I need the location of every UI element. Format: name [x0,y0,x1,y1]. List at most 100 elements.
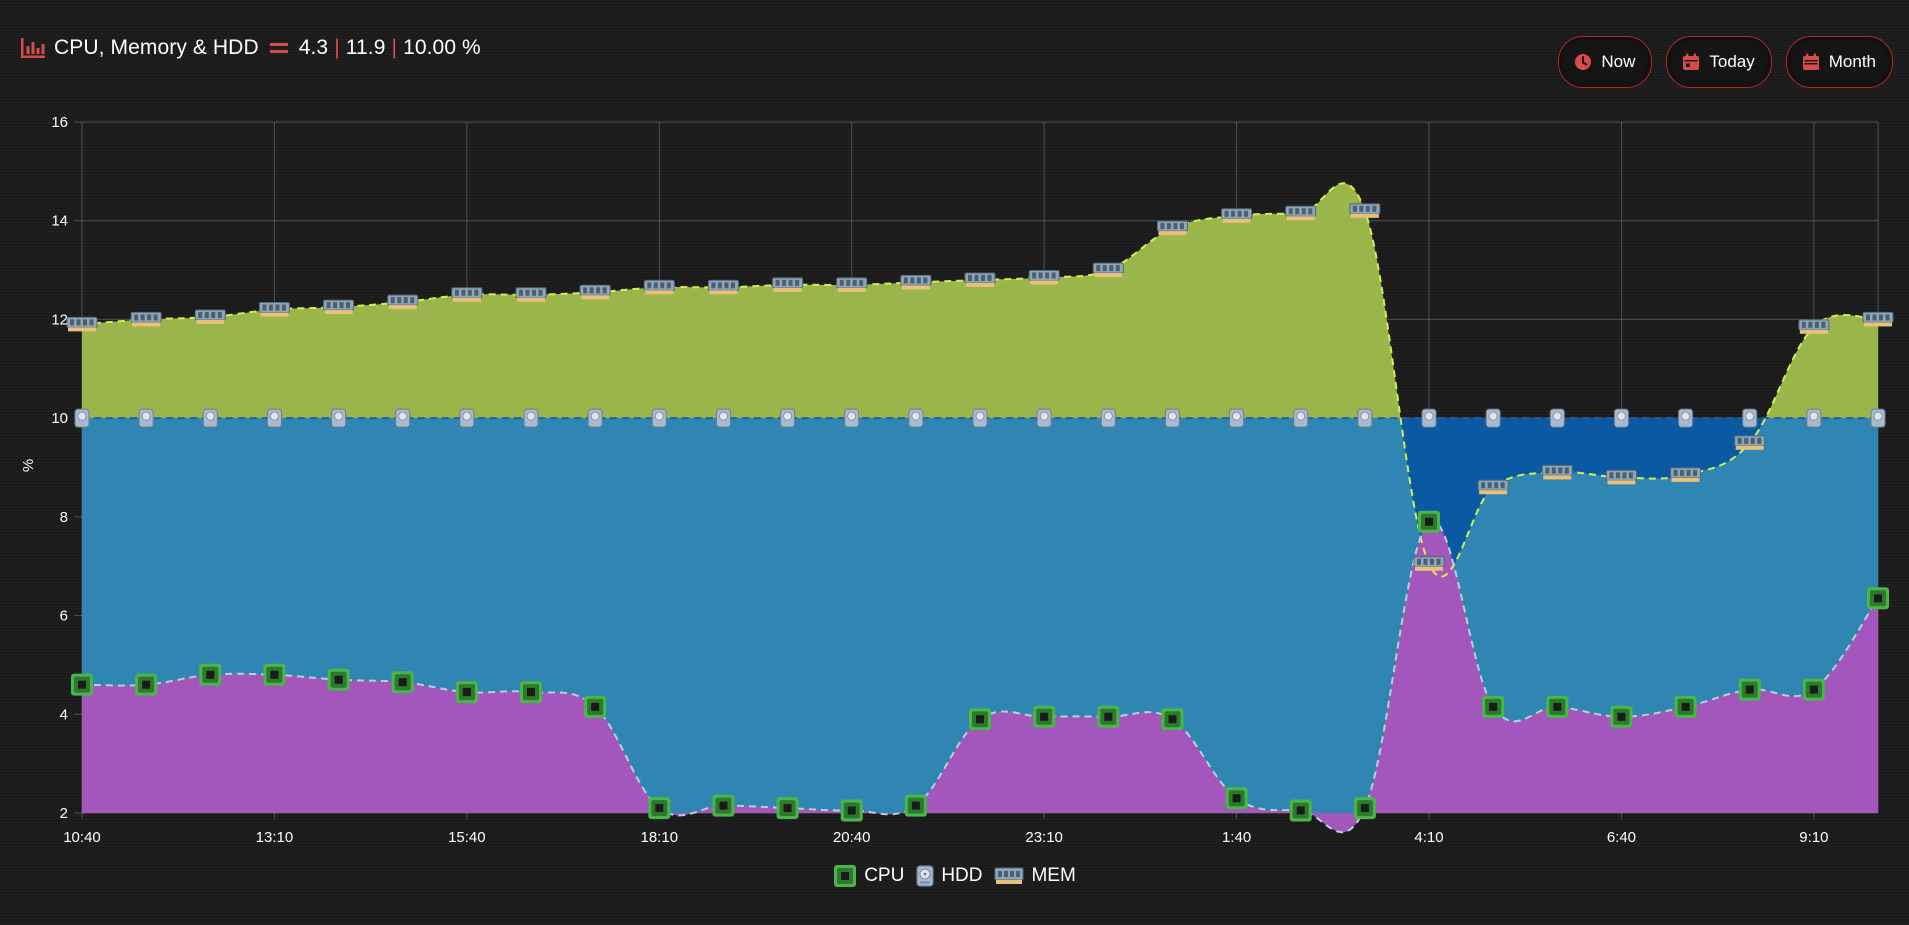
mem-marker-chip [1609,472,1614,479]
hdd-marker-platter [270,411,279,421]
mem-marker-chip [981,274,985,281]
hdd-point [1549,408,1565,428]
mem-marker-chip [83,319,87,326]
mem-marker-chip [916,277,921,284]
hdd-marker-platter [1296,411,1306,421]
mem-marker-chip [1352,205,1357,212]
cpu-marker-core [1104,712,1113,721]
mem-point [1862,311,1894,327]
mem-point [579,284,611,300]
mem-marker-contacts [1607,480,1636,485]
mem-marker-chip [1365,205,1370,212]
cpu-chip-icon [834,865,857,887]
hdd-marker-platter [1873,411,1883,421]
hdd-marker-platter [1039,411,1049,421]
hdd-point [1485,408,1501,428]
cpu-point [199,663,222,686]
mem-point [964,272,996,287]
mem-marker-chip [1288,208,1293,215]
hdd-point [138,408,154,428]
mem-marker-contacts [901,285,930,290]
mem-marker-chip [140,314,145,321]
mem-marker-chip [1173,223,1178,230]
hdd-marker-platter [1809,411,1819,421]
cpu-marker-core [206,670,215,679]
hdd-point [1742,408,1758,428]
mem-marker-chip [839,279,844,286]
mem-point [1541,464,1573,480]
mem-marker-chip [711,282,716,289]
hdd-point [844,408,860,428]
mem-point [258,302,290,317]
mem-marker-chip [1500,482,1505,489]
mem-marker-chip [1801,321,1806,328]
cpu-point [1353,797,1376,820]
mem-marker-chip [974,274,979,281]
cpu-marker-core [1040,712,1049,721]
mem-marker-chip [1295,208,1300,215]
mem-marker-chip [987,274,992,281]
mem-marker-contacts [1799,329,1828,334]
x-tick-label: 9:10 [1799,829,1828,846]
mem-marker-chip [1423,558,1428,565]
y-tick-label: 12 [51,311,68,328]
mem-marker-chip [1436,558,1441,565]
hdd-marker-platter [654,411,664,421]
cpu-point [71,673,93,696]
mem-marker-chip [1494,482,1499,489]
hdd-point [1100,408,1116,428]
mem-point [772,277,804,292]
y-axis-label: % [20,459,37,472]
hdd-point [715,408,731,428]
mem-point [323,299,355,315]
hdd-marker-platter [1745,411,1755,421]
mem-marker-chip [846,279,851,286]
mem-marker-chip [795,279,800,286]
cpu-point [1289,799,1312,822]
y-tick-label: 14 [51,213,68,230]
mem-point [707,279,739,295]
mem-marker-contacts [709,290,738,295]
cpu-marker-core [1489,702,1498,711]
mem-marker-chip [333,302,338,309]
x-tick-label: 1:40 [1222,829,1251,846]
cpu-marker-core [1809,685,1818,694]
hdd-point [651,408,667,428]
mem-marker-chip [1102,265,1107,272]
hdd-marker-platter [1488,411,1498,421]
mem-point [1221,208,1253,223]
mem-marker-chip [403,297,408,304]
legend-item-cpu[interactable]: CPU [833,864,904,888]
mem-marker-chip [410,297,415,304]
mem-marker-chip [589,287,594,294]
legend-item-mem[interactable]: MEM [994,865,1076,887]
mem-marker-contacts [1479,490,1508,495]
cpu-point [776,797,799,820]
x-tick-label: 4:10 [1414,829,1443,846]
cpu-point [1161,708,1184,731]
chart-legend: CPU HDD MEM [0,864,1909,888]
mem-marker-chip [1686,469,1691,476]
cpu-marker-core [911,801,920,810]
mem-marker-chip [666,282,671,289]
mem-marker-chip [647,282,652,289]
hdd-marker-platter [1360,411,1370,421]
mem-marker-contacts [1030,280,1059,285]
mem-marker-contacts [517,297,545,302]
hdd-point [523,408,539,428]
hdd-marker-platter [847,411,857,421]
mem-marker-contacts [196,319,225,324]
cpu-point [1738,678,1761,701]
mem-marker-chip [1045,272,1050,279]
mem-marker-chip [525,289,530,296]
mem-marker-chip [903,277,908,284]
x-tick-label: 20:40 [833,829,871,846]
cpu-point [455,681,478,704]
hdd-marker-platter [1103,411,1113,421]
cpu-point [584,695,607,718]
mem-marker-chip [390,297,395,304]
mem-point [1349,203,1381,218]
mem-point [387,294,419,310]
mem-point [515,287,547,302]
legend-item-hdd[interactable]: HDD [916,865,982,887]
